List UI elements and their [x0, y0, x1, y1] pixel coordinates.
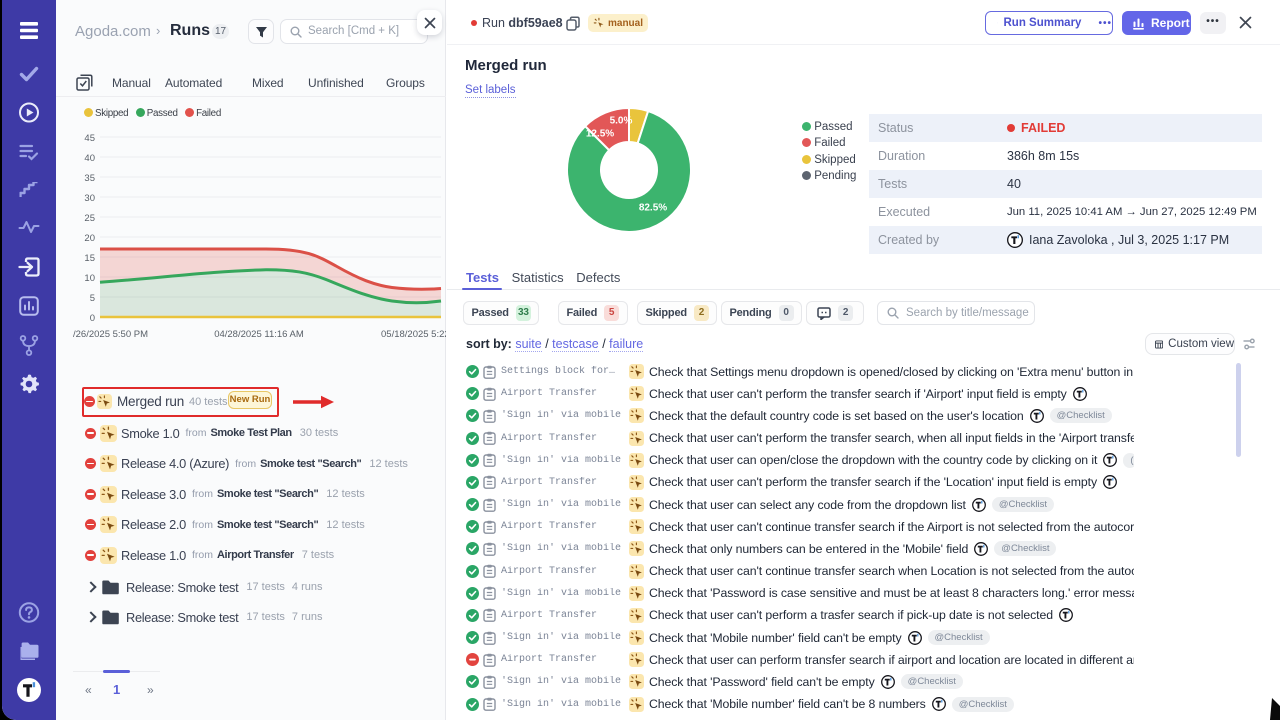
svg-text:5: 5 — [90, 293, 95, 304]
svg-text:5.0%: 5.0% — [610, 116, 633, 127]
svg-text:40: 40 — [84, 153, 95, 164]
svg-text:15: 15 — [84, 253, 95, 264]
svg-text:0: 0 — [90, 313, 95, 324]
svg-text:/26/2025 5:50 PM: /26/2025 5:50 PM — [73, 329, 148, 340]
svg-text:12.5%: 12.5% — [586, 129, 614, 140]
svg-text:04/28/2025 11:16 AM: 04/28/2025 11:16 AM — [214, 329, 304, 340]
svg-text:35: 35 — [84, 173, 95, 184]
svg-text:20: 20 — [84, 233, 95, 244]
svg-text:82.5%: 82.5% — [639, 203, 667, 214]
svg-text:25: 25 — [84, 213, 95, 224]
svg-text:05/18/2025 5:22: 05/18/2025 5:22 — [381, 329, 446, 340]
svg-text:45: 45 — [84, 133, 95, 144]
svg-text:10: 10 — [84, 273, 95, 284]
svg-text:30: 30 — [84, 193, 95, 204]
